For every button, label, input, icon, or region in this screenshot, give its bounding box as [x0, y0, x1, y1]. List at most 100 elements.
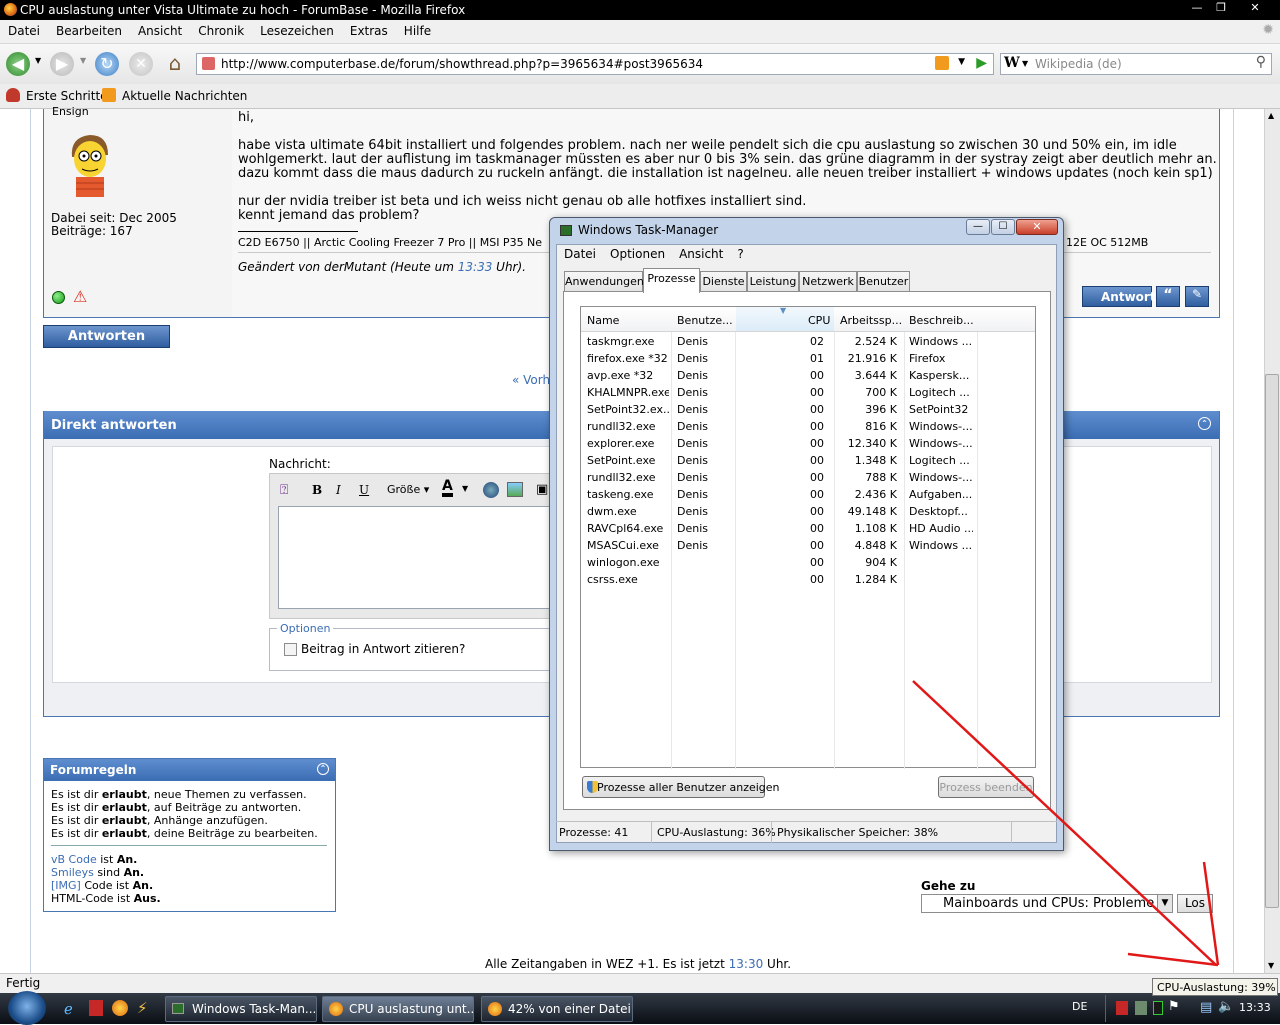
tab-prozesse[interactable]: Prozesse	[643, 268, 700, 293]
column-header-description[interactable]: Beschreib...	[909, 314, 974, 327]
message-textarea[interactable]	[278, 506, 558, 609]
quicklaunch-extra-icon[interactable]: ⚡	[137, 999, 148, 1017]
process-row[interactable]: explorer.exe Denis 00 12.340 K Windows-...	[581, 435, 1035, 452]
column-header-memory[interactable]: Arbeitssp...	[840, 314, 902, 327]
user-avatar[interactable]	[62, 129, 120, 199]
menu-ansicht[interactable]: Ansicht	[130, 20, 190, 38]
bookmark-aktuelle-nachrichten[interactable]: Aktuelle Nachrichten	[122, 89, 247, 103]
tab-netzwerk[interactable]: Netzwerk	[799, 271, 857, 292]
menu-lesezeichen[interactable]: Lesezeichen	[252, 20, 342, 38]
process-row[interactable]: taskmgr.exe Denis 02 2.524 K Windows ...	[581, 333, 1035, 350]
process-row[interactable]: avp.exe *32 Denis 00 3.644 K Kaspersk...	[581, 367, 1035, 384]
menu-chronik[interactable]: Chronik	[190, 20, 252, 38]
tm-menu-help[interactable]: ?	[730, 245, 750, 263]
insert-image-icon[interactable]	[507, 482, 523, 497]
process-row[interactable]: RAVCpl64.exe Denis 00 1.108 K HD Audio ...	[581, 520, 1035, 537]
menu-datei[interactable]: Datei	[0, 20, 48, 38]
kaspersky-quicklaunch-icon[interactable]	[89, 1000, 103, 1016]
italic-icon[interactable]: I	[336, 483, 341, 497]
vbcode-link[interactable]: vB Code	[51, 853, 97, 866]
column-header-cpu[interactable]: CPU	[808, 314, 830, 327]
reload-icon[interactable]: ↻	[95, 52, 119, 76]
url-bar[interactable]: http://www.computerbase.de/forum/showthr…	[196, 53, 994, 75]
tray-shield-icon[interactable]: ⚑	[1168, 999, 1180, 1014]
edit-post-icon[interactable]: ✎	[1185, 286, 1209, 307]
tm-maximize-button[interactable]: ☐	[991, 219, 1015, 235]
column-header-name[interactable]: Name	[587, 314, 619, 327]
wikipedia-icon[interactable]: W	[1004, 55, 1020, 71]
process-row[interactable]: winlogon.exe 00 904 K	[581, 554, 1035, 571]
tm-close-button[interactable]: ✕	[1016, 219, 1058, 235]
forward-arrow-icon[interactable]: ▶	[50, 52, 74, 76]
process-row[interactable]: rundll32.exe Denis 00 788 K Windows-...	[581, 469, 1035, 486]
system-clock[interactable]: 13:33	[1239, 1001, 1271, 1014]
prev-thread-link[interactable]: « Vorh	[512, 373, 550, 387]
tray-app-icon[interactable]	[1135, 1001, 1147, 1015]
tab-leistung[interactable]: Leistung	[747, 271, 799, 292]
process-row[interactable]: dwm.exe Denis 00 49.148 K Desktopf...	[581, 503, 1035, 520]
report-post-icon[interactable]: ⚠	[73, 287, 87, 306]
ie-quicklaunch-icon[interactable]: ℯ	[64, 1000, 73, 1018]
search-icon[interactable]: ⚲	[1256, 54, 1266, 70]
scroll-up-icon[interactable]: ▲	[1268, 111, 1274, 120]
search-engine-dropdown-icon[interactable]: ▼	[1022, 59, 1028, 68]
network-tray-icon[interactable]: ▤	[1200, 1000, 1212, 1015]
menu-bearbeiten[interactable]: Bearbeiten	[48, 20, 130, 38]
stop-icon[interactable]: ✕	[129, 52, 153, 76]
tm-menu-ansicht[interactable]: Ansicht	[672, 245, 730, 263]
forum-jump-select[interactable]: Mainboards und CPUs: Probleme ▼	[921, 894, 1173, 913]
maximize-button[interactable]: ❐	[1209, 0, 1233, 17]
firefox-quicklaunch-icon[interactable]	[112, 1000, 128, 1016]
post-reply-button[interactable]: Antwort	[1082, 286, 1156, 307]
rss-feed-icon[interactable]	[935, 56, 949, 70]
process-row[interactable]: MSASCui.exe Denis 00 4.848 K Windows ...	[581, 537, 1035, 554]
column-header-user[interactable]: Benutze...	[677, 314, 733, 327]
select-dropdown-icon[interactable]: ▼	[1157, 895, 1172, 912]
search-box[interactable]: W ▼ Wikipedia (de) ⚲	[1000, 53, 1272, 75]
menu-extras[interactable]: Extras	[342, 20, 396, 38]
underline-icon[interactable]: U	[359, 483, 369, 497]
new-reply-button[interactable]: Antworten	[43, 325, 170, 348]
go-arrow-icon[interactable]: ▶	[976, 55, 987, 71]
tab-benutzer[interactable]: Benutzer	[857, 271, 910, 292]
tab-dienste[interactable]: Dienste	[700, 271, 747, 292]
tab-anwendungen[interactable]: Anwendungen	[564, 271, 644, 292]
back-arrow-icon[interactable]: ◀	[6, 52, 30, 76]
process-row[interactable]: taskeng.exe Denis 00 2.436 K Aufgaben...	[581, 486, 1035, 503]
url-dropdown-icon[interactable]: ▼	[958, 57, 965, 67]
process-row[interactable]: KHALMNPR.exe Denis 00 700 K Logitech ...	[581, 384, 1035, 401]
process-row[interactable]: rundll32.exe Denis 00 816 K Windows-...	[581, 418, 1035, 435]
start-orb-icon[interactable]	[8, 991, 46, 1025]
rules-collapse-icon[interactable]: ⌃	[317, 763, 329, 775]
insert-link-icon[interactable]	[483, 482, 499, 498]
menu-hilfe[interactable]: Hilfe	[396, 20, 439, 38]
cpu-meter-tray-icon[interactable]	[1153, 1001, 1163, 1015]
volume-tray-icon[interactable]: 🔈	[1218, 999, 1234, 1014]
font-size-select[interactable]: Größe ▾	[387, 483, 429, 496]
process-row[interactable]: SetPoint.exe Denis 00 1.348 K Logitech ...	[581, 452, 1035, 469]
text-color-dropdown-icon[interactable]: ▼	[462, 484, 468, 493]
smileys-link[interactable]: Smileys	[51, 866, 94, 879]
quote-checkbox[interactable]	[284, 643, 297, 656]
close-button[interactable]: ✕	[1243, 0, 1267, 17]
taskbar-button-download[interactable]: 42% von einer Datei ...	[481, 996, 633, 1022]
text-color-icon[interactable]: A	[442, 479, 453, 497]
taskbar-button-taskmanager[interactable]: Windows Task-Man...	[165, 996, 317, 1022]
scroll-down-icon[interactable]: ▼	[1268, 961, 1274, 970]
process-row[interactable]: SetPoint32.ex... Denis 00 396 K SetPoint32	[581, 401, 1035, 418]
kaspersky-tray-icon[interactable]	[1116, 1001, 1128, 1015]
language-indicator[interactable]: DE	[1072, 1000, 1087, 1013]
scrollbar-thumb[interactable]	[1265, 374, 1279, 908]
remove-format-icon[interactable]: ⍰	[280, 482, 288, 498]
show-all-processes-button[interactable]: Prozesse aller Benutzer anzeigen	[582, 776, 780, 798]
process-row[interactable]: firefox.exe *32 Denis 01 21.916 K Firefox	[581, 350, 1035, 367]
quote-reply-icon[interactable]: “	[1156, 286, 1180, 307]
back-history-dropdown-icon[interactable]: ▼	[35, 56, 41, 65]
end-process-button[interactable]: Prozess beenden	[938, 776, 1034, 798]
forward-history-dropdown-icon[interactable]: ▼	[80, 56, 86, 65]
process-row[interactable]: csrss.exe 00 1.284 K	[581, 571, 1035, 588]
goto-button[interactable]: Los	[1177, 894, 1213, 913]
collapse-icon[interactable]: ⌃	[1198, 417, 1211, 430]
bookmark-erste-schritte[interactable]: Erste Schritte	[26, 89, 108, 103]
bold-icon[interactable]: B	[312, 483, 322, 497]
